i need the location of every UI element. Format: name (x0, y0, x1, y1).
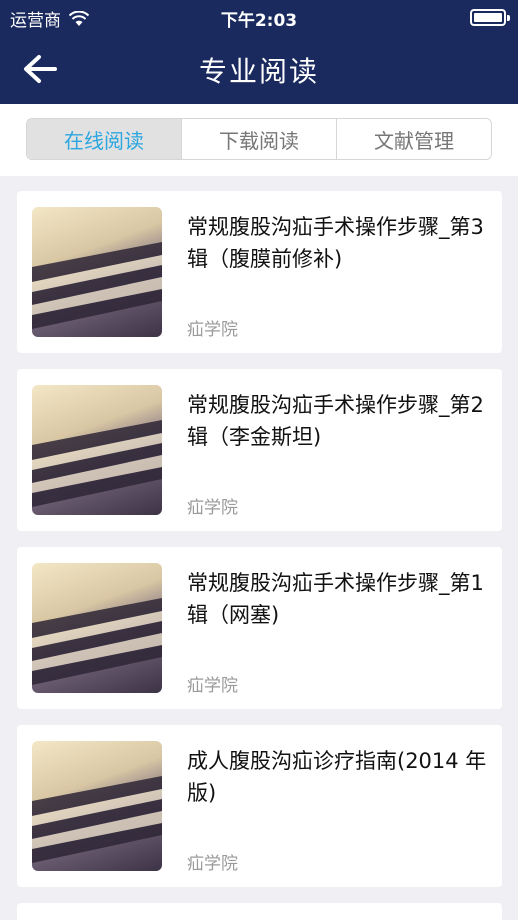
status-time: 下午2:03 (220, 11, 298, 31)
segmented-control: 在线阅读 下载阅读 文献管理 (26, 118, 492, 160)
article-source: 疝学院 (187, 498, 238, 518)
list-item[interactable]: 常规腹股沟疝手术操作步骤_第3辑（腹膜前修补) 疝学院 (17, 191, 502, 353)
list-item[interactable]: 常规腹股沟疝手术操作步骤_第1辑（网塞) 疝学院 (17, 547, 502, 709)
article-source: 疝学院 (187, 676, 238, 696)
list-item[interactable]: 成人腹股沟疝诊疗指南(2014 年版) 疝学院 (17, 725, 502, 887)
book-spines-image (32, 598, 162, 685)
article-source: 疝学院 (187, 854, 238, 874)
tab-online-reading[interactable]: 在线阅读 (27, 119, 181, 159)
tab-download-reading[interactable]: 下载阅读 (181, 119, 336, 159)
article-thumbnail (32, 385, 162, 515)
article-thumbnail (32, 207, 162, 337)
top-bar: 运营商 下午2:03 专业阅读 (0, 0, 518, 104)
book-spines-image (32, 242, 162, 329)
tab-literature-management[interactable]: 文献管理 (336, 119, 491, 159)
tab-bar-container: 在线阅读 下载阅读 文献管理 (0, 104, 518, 176)
list-item-partial[interactable] (17, 903, 502, 920)
nav-bar: 专业阅读 (0, 34, 518, 104)
article-thumbnail (32, 741, 162, 871)
article-thumbnail (32, 563, 162, 693)
battery-icon (470, 9, 510, 26)
list-item[interactable]: 常规腹股沟疝手术操作步骤_第2辑（李金斯坦) 疝学院 (17, 369, 502, 531)
article-title: 常规腹股沟疝手术操作步骤_第1辑（网塞) (187, 571, 484, 627)
book-spines-image (32, 776, 162, 863)
article-title: 成人腹股沟疝诊疗指南(2014 年版) (187, 749, 487, 805)
book-spines-image (32, 420, 162, 507)
status-bar: 运营商 下午2:03 (0, 0, 518, 34)
article-source: 疝学院 (187, 320, 238, 340)
article-title: 常规腹股沟疝手术操作步骤_第3辑（腹膜前修补) (187, 215, 484, 271)
article-title: 常规腹股沟疝手术操作步骤_第2辑（李金斯坦) (187, 393, 484, 449)
page-title: 专业阅读 (198, 55, 319, 88)
